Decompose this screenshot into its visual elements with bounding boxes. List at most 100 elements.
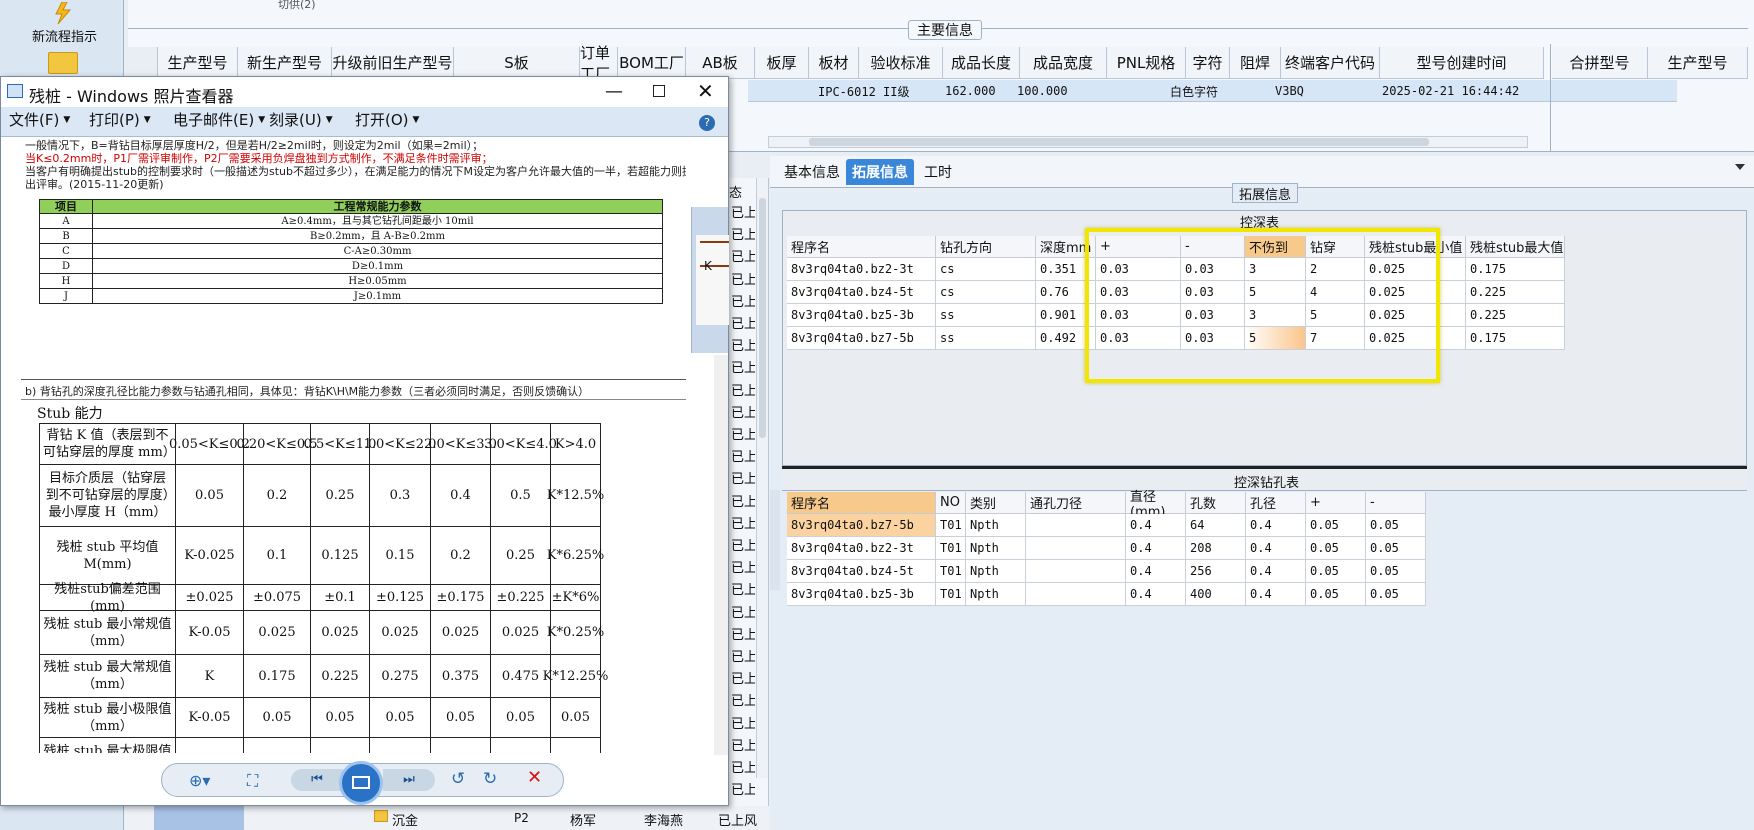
hole-cell[interactable]: 256 — [1186, 560, 1246, 583]
header-col[interactable]: PNL规格 — [1107, 47, 1186, 79]
hole-cell[interactable]: 8v3rq04ta0.bz2-3t — [787, 537, 936, 560]
hole-cell[interactable]: T01 — [936, 583, 966, 606]
header-col[interactable]: 板厚 — [755, 47, 809, 79]
depth-header-col[interactable]: 程序名 — [787, 236, 936, 258]
header-col[interactable]: 终端客户代码 — [1281, 47, 1380, 79]
hole-cell[interactable]: 0.4 — [1126, 583, 1186, 606]
depth-cell[interactable]: ss — [936, 327, 1036, 350]
hole-cell[interactable]: T01 — [936, 560, 966, 583]
menu-burn[interactable]: 刻录(U) ▼ — [269, 109, 333, 130]
lightning-icon[interactable] — [48, 1, 78, 25]
hole-cell[interactable]: 0.05 — [1366, 537, 1426, 560]
hole-cell[interactable]: 400 — [1186, 583, 1246, 606]
minimize-icon[interactable]: — — [605, 81, 623, 102]
menu-open[interactable]: 打开(O) ▼ — [355, 109, 419, 130]
depth-cell[interactable]: 0.175 — [1466, 327, 1565, 350]
header-merge-model[interactable]: 合拼型号 — [1552, 47, 1648, 79]
hole-cell[interactable] — [1026, 537, 1126, 560]
hole-cell[interactable]: T01 — [936, 537, 966, 560]
depth-cell[interactable]: 0.225 — [1466, 281, 1565, 304]
hole-header-col[interactable]: 通孔刀径 — [1026, 492, 1126, 514]
rotate-ccw-icon[interactable]: ↺ — [451, 769, 465, 789]
hole-header-col[interactable]: 孔数 — [1186, 492, 1246, 514]
hole-cell[interactable]: 0.4 — [1246, 537, 1306, 560]
header-col[interactable]: S板 — [454, 47, 580, 79]
depth-cell[interactable]: ss — [936, 304, 1036, 327]
hole-cell[interactable]: Npth — [966, 514, 1026, 537]
depth-header-col[interactable]: 钻孔方向 — [936, 236, 1036, 258]
menu-file[interactable]: 文件(F) ▼ — [9, 109, 70, 130]
hole-cell[interactable]: 0.05 — [1306, 537, 1366, 560]
header-col[interactable]: 升级前旧生产型号 — [332, 47, 454, 79]
slideshow-button[interactable] — [339, 761, 383, 805]
hole-cell[interactable] — [1026, 514, 1126, 537]
depth-header-col[interactable]: 残桩stub最大值 — [1466, 236, 1565, 258]
hole-cell[interactable]: 0.4 — [1246, 514, 1306, 537]
header-col[interactable]: 生产型号 — [158, 47, 238, 79]
previous-icon[interactable]: ⏮ — [291, 769, 343, 791]
hole-cell[interactable]: Npth — [966, 537, 1026, 560]
tab-dropdown-icon[interactable] — [1735, 164, 1745, 170]
depth-cell[interactable]: cs — [936, 281, 1036, 304]
tab-basic-info[interactable]: 基本信息 — [778, 159, 846, 185]
hole-cell[interactable]: 64 — [1186, 514, 1246, 537]
new-process-label[interactable]: 新流程指示 — [32, 26, 97, 45]
depth-cell[interactable]: 8v3rq04ta0.bz2-3t — [787, 258, 936, 281]
hole-cell[interactable]: 0.4 — [1246, 560, 1306, 583]
help-icon[interactable]: ? — [699, 115, 715, 131]
header-col[interactable]: 成品宽度 — [1020, 47, 1107, 79]
zoom-icon[interactable]: ⊕▾ — [189, 771, 210, 790]
header-col[interactable]: 字符 — [1186, 47, 1230, 79]
hole-header-col[interactable]: 程序名 — [787, 492, 936, 514]
header-col[interactable]: 成品长度 — [943, 47, 1020, 79]
hole-cell[interactable]: Npth — [966, 583, 1026, 606]
close-icon[interactable]: ✕ — [697, 79, 714, 103]
hole-header-col[interactable]: NO — [936, 492, 966, 514]
header-col[interactable]: 阻焊 — [1230, 47, 1281, 79]
next-icon[interactable]: ⏭ — [383, 769, 435, 791]
hole-cell[interactable]: 0.05 — [1306, 583, 1366, 606]
hole-cell[interactable]: 0.4 — [1126, 560, 1186, 583]
header-col[interactable]: AB板 — [686, 47, 755, 79]
maximize-icon[interactable] — [653, 85, 665, 97]
hole-header-col[interactable]: 直径(mm) — [1126, 490, 1186, 520]
hole-cell[interactable] — [1026, 583, 1126, 606]
header-col[interactable]: 型号创建时间 — [1380, 47, 1544, 79]
hole-cell[interactable]: 0.05 — [1366, 514, 1426, 537]
delete-icon[interactable]: ✕ — [527, 767, 542, 788]
hole-cell[interactable]: 0.05 — [1366, 560, 1426, 583]
vertical-scrollbar[interactable] — [756, 178, 768, 778]
hole-cell[interactable]: 208 — [1186, 537, 1246, 560]
depth-cell[interactable]: 8v3rq04ta0.bz4-5t — [787, 281, 936, 304]
tab-extended-info[interactable]: 拓展信息 — [846, 159, 914, 185]
hole-cell[interactable] — [1026, 560, 1126, 583]
menu-print[interactable]: 打印(P) ▼ — [89, 109, 151, 130]
depth-cell[interactable]: 0.175 — [1466, 258, 1565, 281]
depth-cell[interactable]: 8v3rq04ta0.bz5-3b — [787, 304, 936, 327]
depth-cell[interactable]: cs — [936, 258, 1036, 281]
hole-header-col[interactable]: - — [1366, 492, 1426, 514]
header-col[interactable]: 验收标准 — [859, 47, 943, 79]
header-col[interactable]: BOM工厂 — [618, 47, 686, 79]
hole-cell[interactable]: 8v3rq04ta0.bz7-5b — [787, 514, 936, 537]
menu-email[interactable]: 电子邮件(E) ▼ — [173, 109, 265, 130]
hole-cell[interactable]: 0.05 — [1366, 583, 1426, 606]
hole-cell[interactable]: 0.4 — [1246, 583, 1306, 606]
hole-cell[interactable]: 8v3rq04ta0.bz4-5t — [787, 560, 936, 583]
hole-header-col[interactable]: 类别 — [966, 492, 1026, 514]
depth-cell[interactable]: 0.225 — [1466, 304, 1565, 327]
hole-cell[interactable]: 0.4 — [1126, 537, 1186, 560]
tab-work-hours[interactable]: 工时 — [918, 159, 958, 185]
rotate-cw-icon[interactable]: ↻ — [483, 769, 497, 789]
header-col[interactable]: 订单工厂 — [580, 44, 618, 83]
hole-cell[interactable]: 0.05 — [1306, 514, 1366, 537]
depth-cell[interactable]: 8v3rq04ta0.bz7-5b — [787, 327, 936, 350]
hole-cell[interactable]: T01 — [936, 514, 966, 537]
viewer-scrollbar[interactable] — [714, 355, 728, 755]
header-col[interactable]: 新生产型号 — [238, 47, 332, 79]
hole-header-col[interactable]: 孔径 — [1246, 492, 1306, 514]
header-col[interactable]: 板材 — [809, 47, 859, 79]
hole-header-col[interactable]: + — [1306, 492, 1366, 514]
hole-cell[interactable]: 0.4 — [1126, 514, 1186, 537]
splitter-handle[interactable] — [770, 490, 780, 590]
